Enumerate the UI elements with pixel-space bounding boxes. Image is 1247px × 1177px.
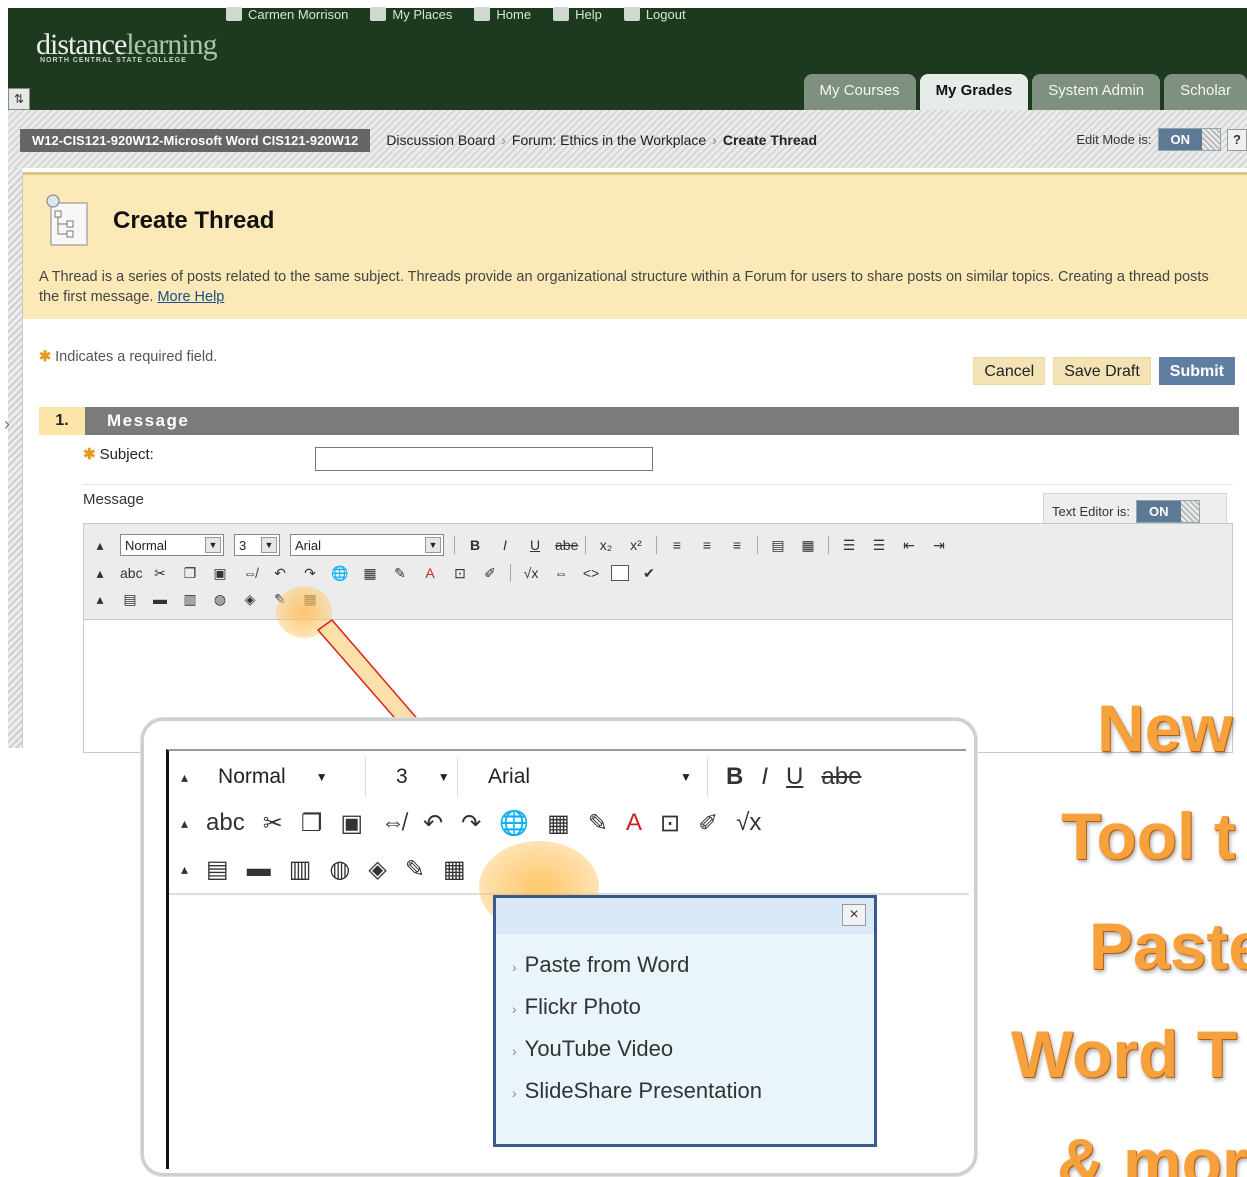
media-icon[interactable]: ▥ bbox=[289, 855, 312, 884]
menu-item-flickr-photo[interactable]: › Flickr Photo bbox=[512, 986, 874, 1028]
undo-icon[interactable]: ↶ bbox=[423, 809, 443, 838]
callout-editor: ▴ Normal ▼ 3 ▼ Arial ▼ B I U abe ▴ abc ✂ ❐ … bbox=[166, 749, 969, 1169]
chevron-right-icon: › bbox=[512, 1043, 517, 1059]
popup-header: × bbox=[496, 898, 874, 934]
callout-format-value: Normal bbox=[218, 765, 286, 788]
highlight-icon[interactable]: ✐ bbox=[698, 809, 718, 838]
special-char-icon[interactable]: ⊡ bbox=[660, 809, 680, 838]
collapse-arrow-icon[interactable]: ▴ bbox=[181, 861, 188, 878]
redo-icon[interactable]: ↷ bbox=[461, 809, 481, 838]
copy-icon[interactable]: ❐ bbox=[301, 809, 323, 838]
chevron-right-icon: › bbox=[512, 1085, 517, 1101]
popup-list: › Paste from Word › Flickr Photo › YouTube … bbox=[496, 934, 874, 1112]
menu-item-label: SlideShare Presentation bbox=[524, 1078, 762, 1103]
callout-font-select[interactable]: Arial ▼ bbox=[476, 757, 709, 797]
image-icon[interactable]: ▬ bbox=[247, 855, 271, 883]
menu-item-label: YouTube Video bbox=[524, 1036, 674, 1061]
table-icon[interactable]: ▦ bbox=[547, 809, 570, 838]
menu-item-youtube-video[interactable]: › YouTube Video bbox=[512, 1028, 874, 1070]
paste-icon[interactable]: ▣ bbox=[340, 809, 363, 838]
menu-item-label: Paste from Word bbox=[524, 952, 690, 977]
math-icon[interactable]: √x bbox=[736, 809, 761, 837]
strikethrough-button[interactable]: abe bbox=[821, 763, 861, 791]
preview-icon[interactable]: ◍ bbox=[329, 855, 350, 884]
callout-size-value: 3 bbox=[396, 765, 408, 788]
mashups-popup-menu: × › Paste from Word › Flickr Photo › YouTub… bbox=[493, 895, 877, 1147]
menu-item-slideshare[interactable]: › SlideShare Presentation bbox=[512, 1070, 874, 1112]
bold-button[interactable]: B bbox=[726, 763, 743, 791]
spellcheck-button[interactable]: abc bbox=[206, 809, 245, 837]
dropdown-icon: ▼ bbox=[437, 770, 450, 784]
edit-file-icon[interactable]: ✎ bbox=[405, 855, 425, 884]
link-icon[interactable]: 🌐 bbox=[499, 809, 529, 838]
menu-item-paste-from-word[interactable]: › Paste from Word bbox=[512, 944, 874, 986]
close-icon[interactable]: × bbox=[842, 904, 866, 926]
zoom-callout: ▴ Normal ▼ 3 ▼ Arial ▼ B I U abe ▴ abc ✂ ❐ … bbox=[141, 718, 977, 1176]
promo-line: Tool t bbox=[1061, 799, 1236, 873]
dropdown-icon: ▼ bbox=[315, 770, 328, 784]
callout-format-select[interactable]: Normal ▼ bbox=[206, 757, 367, 797]
mashups-dropdown-icon[interactable]: ▦ bbox=[443, 855, 466, 884]
promo-line: Paste bbox=[1089, 909, 1247, 983]
chevron-right-icon: › bbox=[512, 959, 517, 975]
mashup-icon[interactable]: ◈ bbox=[368, 855, 386, 884]
promo-line: & mor bbox=[1057, 1125, 1247, 1177]
pen-icon[interactable]: ✎ bbox=[588, 809, 608, 838]
cut-icon[interactable]: ✂ bbox=[263, 809, 283, 838]
italic-button[interactable]: I bbox=[761, 763, 768, 791]
chevron-right-icon: › bbox=[512, 1001, 517, 1017]
callout-size-select[interactable]: 3 ▼ bbox=[384, 757, 459, 797]
collapse-arrow-icon[interactable]: ▴ bbox=[181, 815, 188, 832]
dropdown-icon: ▼ bbox=[680, 770, 692, 784]
promo-line: Word T bbox=[1011, 1017, 1238, 1091]
text-color-icon[interactable]: A bbox=[626, 809, 642, 837]
promo-line: New bbox=[1097, 691, 1233, 765]
screenshot-root: Carmen Morrison My Places Home Help Logo… bbox=[0, 0, 1247, 1177]
callout-font-value: Arial bbox=[488, 765, 531, 788]
unlink-icon[interactable]: ⇎ bbox=[381, 809, 405, 837]
callout-row-1: ▴ Normal ▼ 3 ▼ Arial ▼ B I U abe bbox=[181, 757, 861, 797]
menu-item-label: Flickr Photo bbox=[524, 994, 641, 1019]
callout-row-2: ▴ abc ✂ ❐ ▣ ⇎ ↶ ↷ 🌐 ▦ ✎ A ⊡ ✐ √x bbox=[181, 803, 761, 843]
callout-row-3: ▴ ▤ ▬ ▥ ◍ ◈ ✎ ▦ bbox=[181, 849, 466, 889]
underline-button[interactable]: U bbox=[786, 763, 803, 791]
collapse-arrow-icon[interactable]: ▴ bbox=[181, 769, 188, 786]
attach-file-icon[interactable]: ▤ bbox=[206, 855, 229, 884]
